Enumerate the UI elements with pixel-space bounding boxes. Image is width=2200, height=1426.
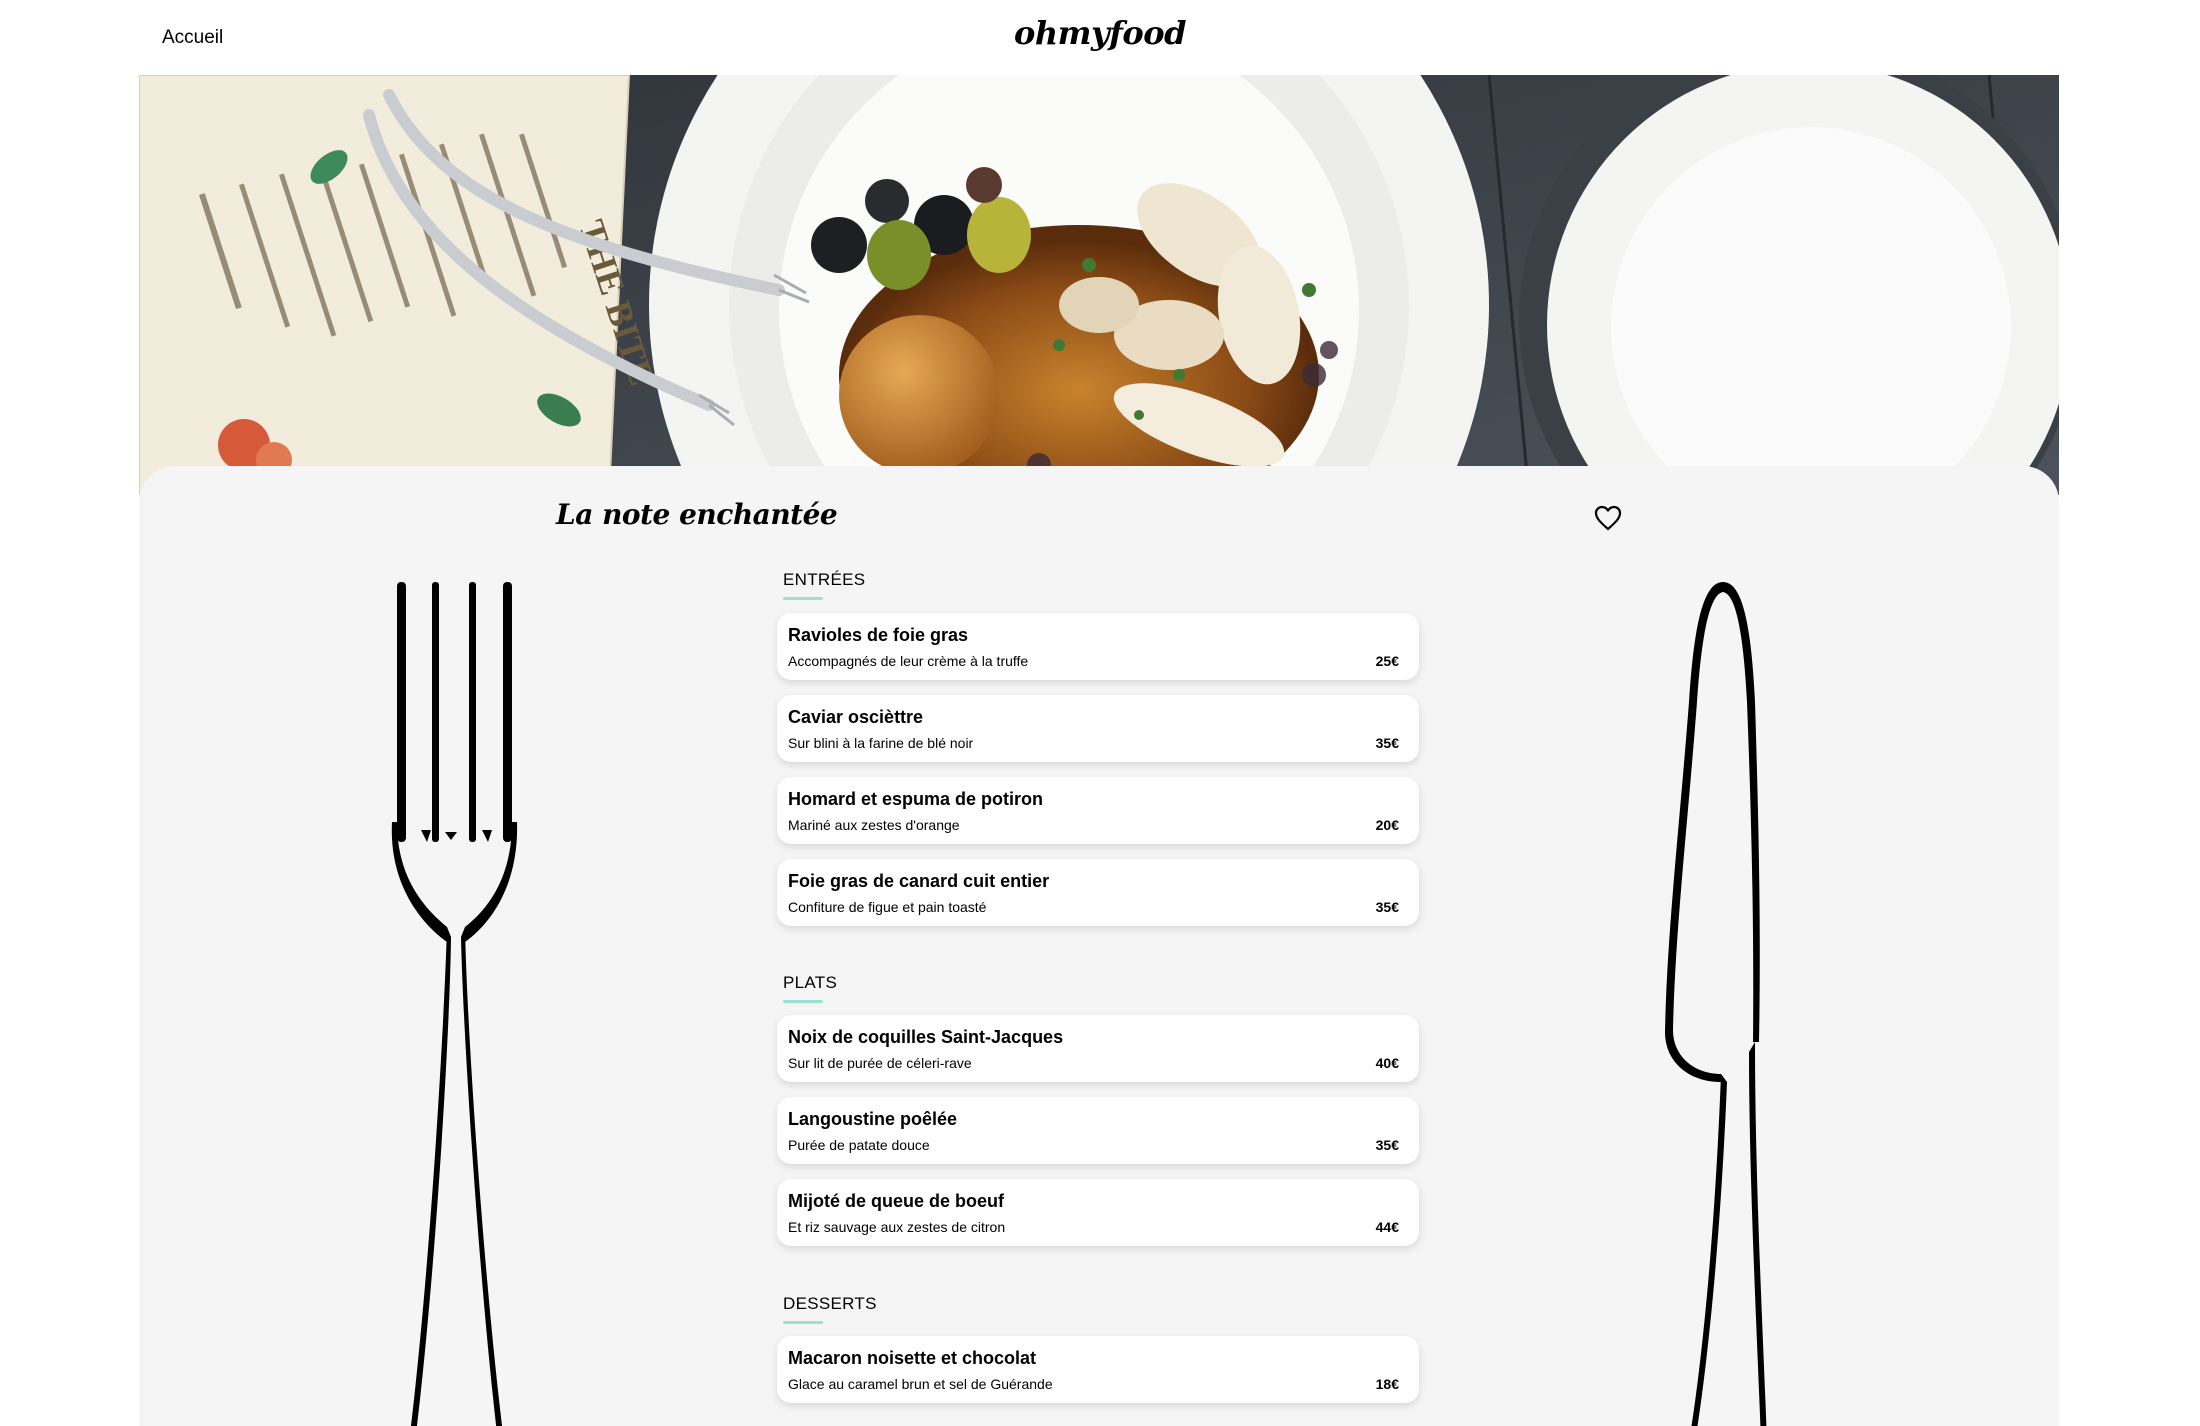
- dish-price: 25€: [1375, 653, 1399, 669]
- dish-card[interactable]: Macaron noisette et chocolat Glace au ca…: [777, 1336, 1419, 1403]
- dish-card[interactable]: Noix de coquilles Saint-Jacques Sur lit …: [777, 1015, 1419, 1082]
- dish-name: Langoustine poêlée: [788, 1109, 958, 1129]
- dish-card[interactable]: Homard et espuma de potiron Mariné aux z…: [777, 777, 1419, 844]
- dish-price: 35€: [1375, 899, 1399, 915]
- site-logo[interactable]: ohmyfood: [0, 14, 2200, 52]
- dish-description: Mariné aux zestes d'orange: [788, 817, 960, 833]
- dish-name: Macaron noisette et chocolat: [788, 1348, 1037, 1368]
- dish-name: Foie gras de canard cuit entier: [788, 871, 1050, 891]
- heart-icon[interactable]: [1594, 505, 1622, 531]
- dish-name: Mijoté de queue de boeuf: [788, 1191, 1005, 1211]
- dish-description: Purée de patate douce: [788, 1137, 930, 1153]
- dish-price: 35€: [1375, 735, 1399, 751]
- dish-card[interactable]: Foie gras de canard cuit entier Confitur…: [777, 859, 1419, 926]
- dish-name: Ravioles de foie gras: [788, 625, 969, 645]
- dish-price: 40€: [1375, 1055, 1399, 1071]
- dish-price: 35€: [1375, 1137, 1399, 1153]
- dish-description: Glace au caramel brun et sel de Guérande: [788, 1376, 1053, 1392]
- dish-description: Sur lit de purée de céleri-rave: [788, 1055, 972, 1071]
- dish-price: 44€: [1375, 1219, 1399, 1235]
- section-title-plats: PLATS: [783, 973, 837, 1003]
- hero-image: THE BITE: [139, 75, 2059, 495]
- section-title-entrees: ENTRÉES: [783, 570, 865, 600]
- dish-description: Sur blini à la farine de blé noir: [788, 735, 974, 751]
- dish-price: 18€: [1375, 1376, 1399, 1392]
- dish-name: Caviar oscièttre: [788, 707, 924, 727]
- restaurant-menu-card: La note enchantée ENTRÉES Ravioles de fo…: [139, 466, 2059, 1426]
- dish-card[interactable]: Ravioles de foie gras Accompagnés de leu…: [777, 613, 1419, 680]
- dish-description: Et riz sauvage aux zestes de citron: [788, 1219, 1006, 1235]
- dish-price: 20€: [1375, 817, 1399, 833]
- dish-card[interactable]: Langoustine poêlée Purée de patate douce…: [777, 1097, 1419, 1164]
- dish-description: Confiture de figue et pain toasté: [788, 899, 987, 915]
- dish-description: Accompagnés de leur crème à la truffe: [788, 653, 1029, 669]
- dish-card[interactable]: Mijoté de queue de boeuf Et riz sauvage …: [777, 1179, 1419, 1246]
- dish-card[interactable]: Caviar oscièttre Sur blini à la farine d…: [777, 695, 1419, 762]
- knife-illustration: [1665, 582, 1767, 1426]
- fork-illustration: [391, 582, 518, 1426]
- dish-name: Homard et espuma de potiron: [788, 789, 1044, 809]
- section-title-desserts: DESSERTS: [783, 1294, 877, 1324]
- dish-name: Noix de coquilles Saint-Jacques: [788, 1027, 1064, 1047]
- restaurant-name: La note enchantée: [556, 498, 838, 531]
